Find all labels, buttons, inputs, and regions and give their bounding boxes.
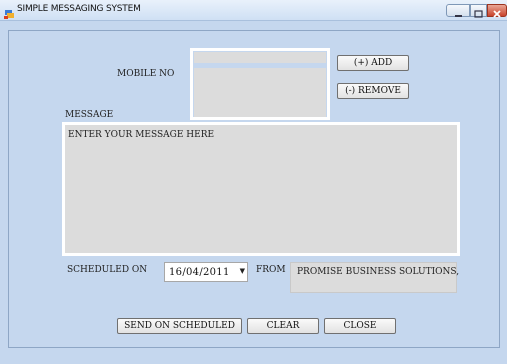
main-window: SIMPLE MESSAGING SYSTEM MOBILE NO (+) AD… [0, 0, 507, 364]
scheduled-date-value: 16/04/2011 [169, 267, 230, 278]
mobile-no-label: MOBILE NO [117, 69, 175, 79]
maximize-icon [474, 10, 483, 18]
close-window-button[interactable] [487, 4, 507, 18]
from-field[interactable]: PROMISE BUSINESS SOLUTIONS, [290, 262, 460, 293]
window-title: SIMPLE MESSAGING SYSTEM [17, 4, 141, 14]
from-value: PROMISE BUSINESS SOLUTIONS, [297, 267, 460, 277]
mobile-numbers-frame [190, 48, 330, 120]
dropdown-arrow-icon[interactable]: ▼ [240, 267, 245, 275]
scheduled-date-picker[interactable]: 16/04/2011 ▼ [164, 262, 248, 282]
minimize-button[interactable] [446, 4, 470, 17]
clear-button[interactable]: CLEAR [247, 318, 319, 334]
title-bar[interactable]: SIMPLE MESSAGING SYSTEM [0, 0, 507, 21]
add-button[interactable]: (+) ADD [337, 55, 409, 71]
message-label: MESSAGE [65, 110, 114, 120]
mobile-number-input[interactable] [194, 52, 326, 63]
app-icon [4, 5, 15, 19]
close-icon [493, 10, 501, 18]
close-button[interactable]: CLOSE [324, 318, 396, 334]
send-on-scheduled-button[interactable]: SEND ON SCHEDULED [117, 318, 242, 334]
message-placeholder: ENTER YOUR MESSAGE HERE [68, 130, 215, 140]
mobile-number-list[interactable] [194, 68, 326, 117]
from-label: FROM [256, 265, 286, 275]
remove-button[interactable]: (-) REMOVE [337, 83, 409, 99]
minimize-icon [455, 15, 462, 17]
maximize-button[interactable] [470, 4, 487, 18]
scheduled-on-label: SCHEDULED ON [67, 265, 148, 275]
message-textarea[interactable]: ENTER YOUR MESSAGE HERE [62, 122, 460, 256]
